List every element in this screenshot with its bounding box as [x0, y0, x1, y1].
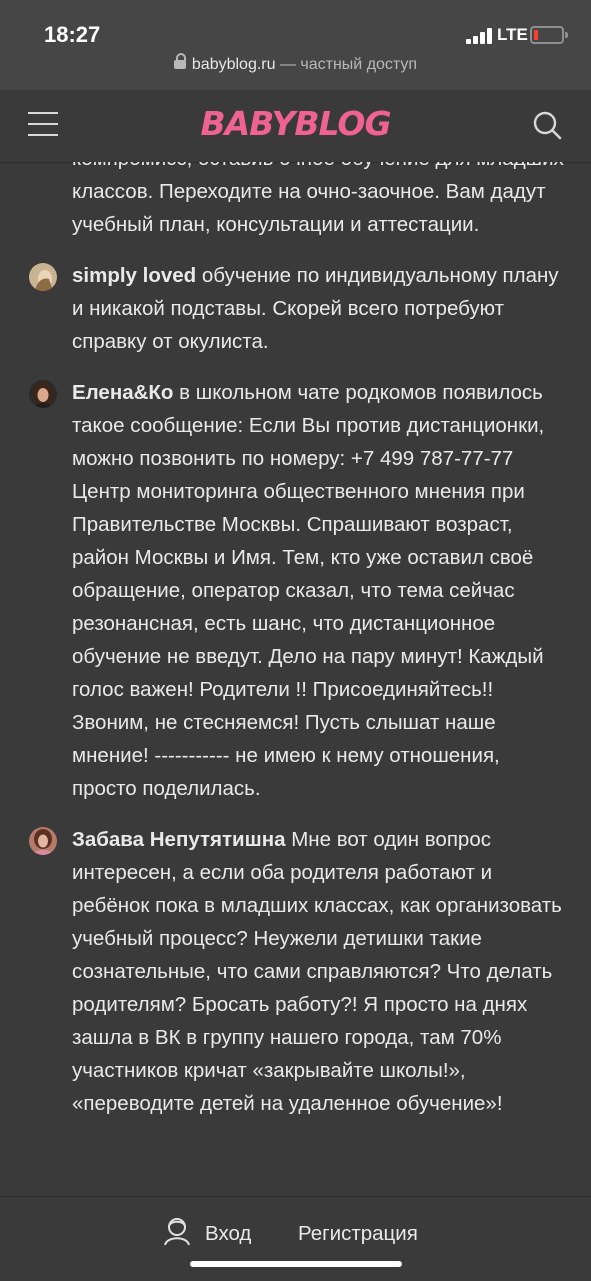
- comment-author[interactable]: Забава Непутятишна: [72, 828, 286, 851]
- comment-text: simply loved обучение по индивидуальному…: [72, 259, 567, 358]
- lock-icon: [173, 53, 186, 70]
- comment-body: компромисс, оставив очное обучение для м…: [72, 162, 564, 236]
- home-indicator[interactable]: [190, 1261, 402, 1267]
- comment-item: simply loved обучение по индивидуальному…: [0, 259, 591, 358]
- site-logo[interactable]: BABYBLOG: [0, 104, 591, 143]
- comment-text: Елена&Ко в школьном чате родкомов появил…: [72, 376, 567, 805]
- comment-author[interactable]: simply loved: [72, 264, 196, 287]
- comment-body: Мне вот один вопрос интересен, а если об…: [72, 828, 562, 1115]
- login-icon[interactable]: [162, 1216, 192, 1246]
- comment-text: Забава Непутятишна Мне вот один вопрос и…: [72, 823, 567, 1120]
- login-link[interactable]: Вход: [205, 1222, 251, 1246]
- comment-item: Елена&Ко в школьном чате родкомов появил…: [0, 376, 591, 805]
- comments-feed: компромисс, оставив очное обучение для м…: [0, 162, 591, 1196]
- status-bar: 18:27 LTE babyblog.ru — частный доступ: [0, 0, 591, 90]
- url-bar[interactable]: babyblog.ru — частный доступ: [0, 53, 591, 74]
- register-link[interactable]: Регистрация: [298, 1222, 418, 1246]
- status-time: 18:27: [44, 22, 101, 47]
- comment-item: Забава Непутятишна Мне вот один вопрос и…: [0, 823, 591, 1120]
- comment-item: компромисс, оставив очное обучение для м…: [0, 162, 591, 241]
- comment-text: компромисс, оставив очное обучение для м…: [72, 162, 567, 241]
- avatar[interactable]: [29, 263, 57, 291]
- network-label: LTE: [497, 25, 528, 44]
- comment-body: в школьном чате родкомов появилось такое…: [72, 381, 545, 800]
- signal-icon: [466, 28, 494, 44]
- avatar[interactable]: [29, 380, 57, 408]
- search-icon[interactable]: [532, 110, 562, 140]
- avatar[interactable]: [29, 827, 57, 855]
- url-suffix: — частный доступ: [275, 56, 418, 73]
- comment-author[interactable]: Елена&Ко: [72, 381, 173, 404]
- url-host: babyblog.ru: [191, 56, 276, 73]
- battery-icon: [530, 26, 568, 44]
- bottom-bar: [0, 1196, 591, 1281]
